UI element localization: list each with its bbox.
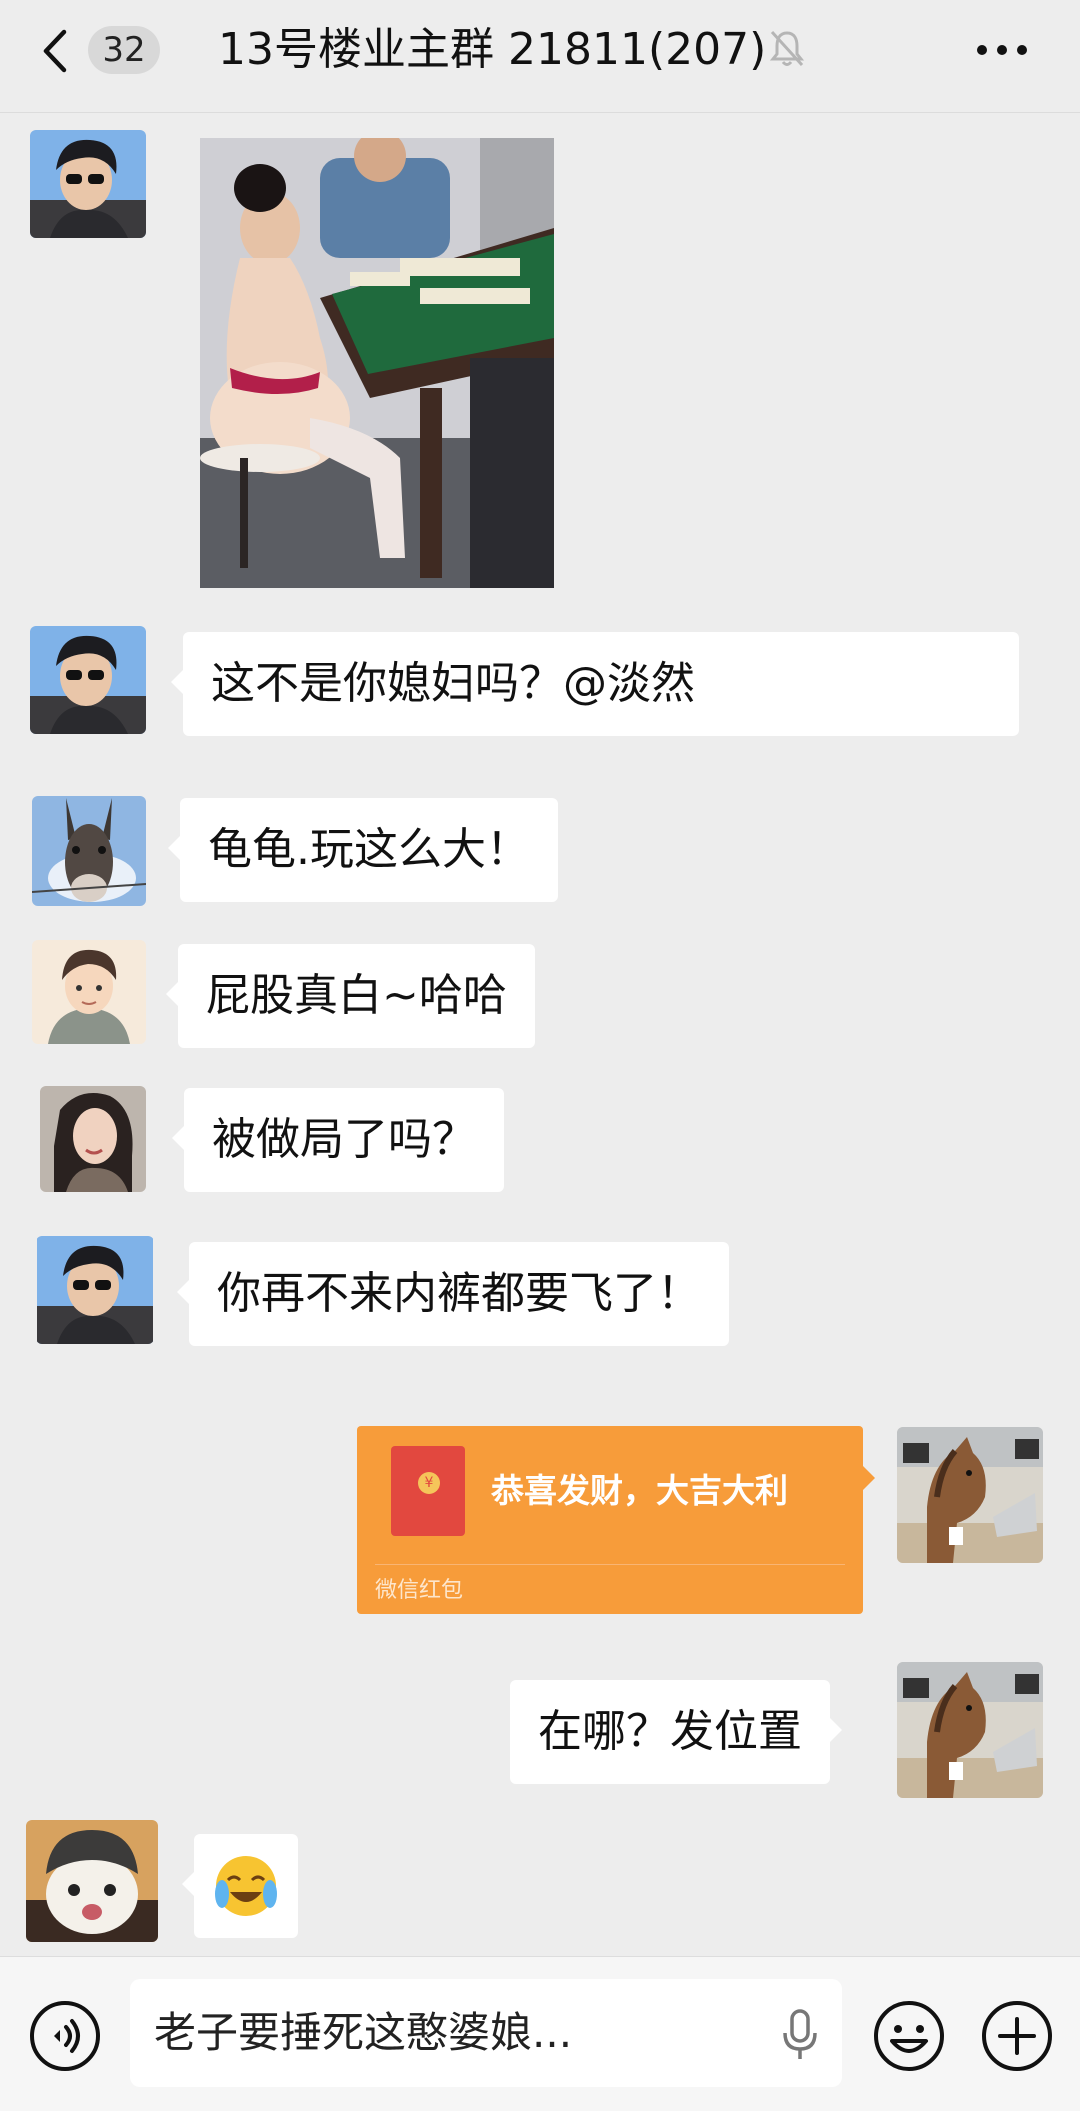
chat-title: 13号楼业主群 21811(207) (218, 24, 767, 75)
avatar-sunglasses-man[interactable] (30, 130, 146, 238)
more-options-icon[interactable] (972, 30, 1032, 70)
unread-count-badge[interactable]: 32 (88, 26, 160, 74)
red-packet-message[interactable]: ¥ 恭喜发财，大吉大利 微信红包 (357, 1426, 875, 1614)
voice-input-icon[interactable] (28, 1999, 102, 2073)
message-draft-text: 老子要捶死这憨婆娘... (154, 2008, 573, 2057)
red-envelope-icon: ¥ (391, 1446, 465, 1536)
chat-header: 32 13号楼业主群 21811(207) (0, 0, 1080, 113)
emoji-picker-icon[interactable] (872, 1999, 946, 2073)
avatar-sunglasses-man[interactable] (36, 1236, 154, 1344)
message-bubble[interactable]: 被做局了吗？ (172, 1088, 504, 1192)
message-bubble[interactable]: 这不是你媳妇吗？@淡然 (171, 632, 1019, 736)
message-bubble[interactable]: 在哪？发位置 (510, 1680, 842, 1784)
avatar-donkey[interactable] (32, 796, 146, 906)
shared-photo-mahjong[interactable] (200, 138, 554, 588)
avatar-sunglasses-man[interactable] (30, 626, 146, 734)
message-bubble[interactable]: 龟龟.玩这么大！ (168, 798, 558, 902)
mute-notifications-icon (769, 30, 805, 67)
avatar-horse-laptop[interactable] (897, 1662, 1043, 1798)
input-bar: 老子要捶死这憨婆娘... (0, 1956, 1080, 2111)
message-bubble[interactable]: 屁股真白~哈哈 (166, 944, 535, 1048)
message-input[interactable]: 老子要捶死这憨婆娘... (130, 1979, 842, 2087)
avatar-cat-helmet[interactable] (26, 1820, 158, 1942)
microphone-icon[interactable] (780, 2009, 820, 2061)
avatar-cartoon-boy[interactable] (32, 940, 146, 1044)
avatar-horse-laptop[interactable] (897, 1427, 1043, 1563)
red-packet-label: 微信红包 (375, 1578, 464, 1603)
back-arrow-icon[interactable] (36, 26, 76, 76)
emoji-message-bubble[interactable] (182, 1834, 298, 1938)
red-packet-divider (375, 1564, 845, 1565)
coin-icon: ¥ (418, 1472, 440, 1494)
red-packet-greeting: 恭喜发财，大吉大利 (491, 1471, 788, 1510)
avatar-woman-portrait[interactable] (40, 1086, 146, 1192)
add-attachment-icon[interactable] (980, 1999, 1054, 2073)
crying-laughing-emoji-icon (215, 1856, 277, 1916)
message-bubble[interactable]: 你再不来内裤都要飞了！ (177, 1242, 729, 1346)
